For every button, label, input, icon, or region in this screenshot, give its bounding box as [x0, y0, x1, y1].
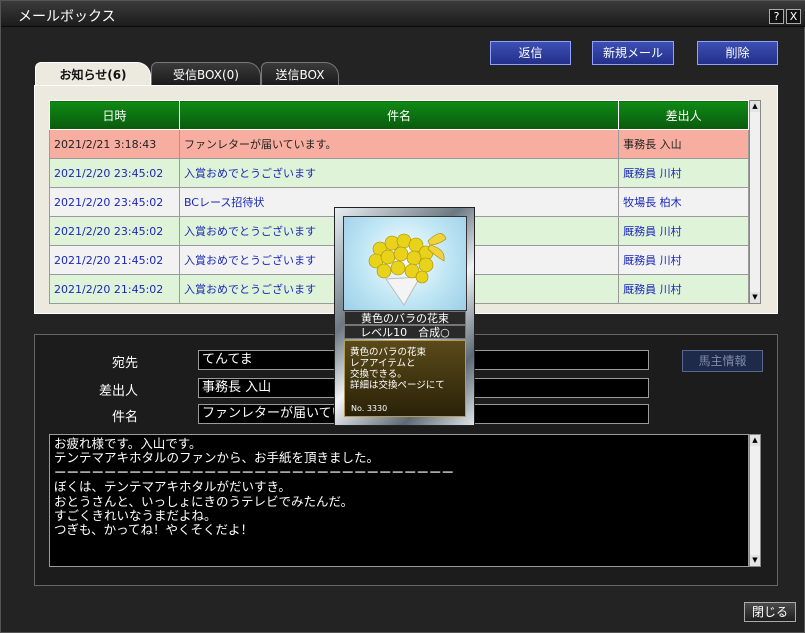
- message-line: ーーーーーーーーーーーーーーーーーーーーーーーーーーーーーーーー: [54, 464, 455, 480]
- item-number: No. 3330: [351, 404, 388, 413]
- message-body[interactable]: お疲れ様です。入山です。 テンテマアキホタルのファンから、お手紙を頂きました。 …: [49, 434, 749, 567]
- tab-sent-box[interactable]: 送信BOX: [261, 62, 339, 86]
- scroll-up-icon[interactable]: ▲: [750, 435, 760, 446]
- owner-info-button[interactable]: 馬主情報: [682, 350, 763, 372]
- bouquet-wrap-icon: [385, 276, 421, 306]
- help-button[interactable]: ?: [769, 9, 784, 24]
- row-sender: 厩務員 川村: [618, 158, 749, 188]
- row-subject: 入賞おめでとうございます: [178, 158, 620, 188]
- item-level: レベル10 合成○: [344, 325, 466, 339]
- row-date: 2021/2/20 23:45:02: [49, 187, 180, 217]
- row-subject: ファンレターが届いています。: [178, 129, 620, 159]
- row-sender: 厩務員 川村: [618, 245, 749, 275]
- close-button[interactable]: 閉じる: [744, 602, 796, 622]
- scroll-down-icon[interactable]: ▼: [750, 555, 760, 566]
- title-bar[interactable]: メールボックス ? X: [1, 1, 805, 27]
- row-date: 2021/2/20 21:45:02: [49, 245, 180, 275]
- message-line: おとうさんと、いっしょにきのうテレビでみたんだ。: [54, 493, 354, 509]
- table-row[interactable]: 2021/2/20 23:45:02 入賞おめでとうございます 厩務員 川村: [49, 158, 749, 188]
- item-desc-line: レアアイテムと: [350, 358, 416, 369]
- row-date: 2021/2/20 21:45:02: [49, 274, 180, 304]
- row-date: 2021/2/21 3:18:43: [49, 129, 180, 159]
- from-label: 差出人: [98, 384, 138, 399]
- tab-notices[interactable]: お知らせ(6): [35, 62, 151, 86]
- message-line: お疲れ様です。入山です。: [54, 436, 202, 451]
- table-header-row: 日時 件名 差出人: [49, 100, 749, 130]
- column-header-date[interactable]: 日時: [49, 100, 180, 130]
- window-close-button[interactable]: X: [786, 9, 801, 24]
- item-desc-line: 詳細は交換ページにて: [350, 380, 445, 391]
- row-date: 2021/2/20 23:45:02: [49, 158, 180, 188]
- column-header-sender[interactable]: 差出人: [618, 100, 749, 130]
- scroll-down-icon[interactable]: ▼: [750, 292, 760, 303]
- column-header-subject[interactable]: 件名: [178, 100, 620, 130]
- item-name: 黄色のバラの花束: [344, 311, 466, 325]
- row-sender: 事務長 入山: [618, 129, 749, 159]
- message-scrollbar[interactable]: ▲ ▼: [749, 434, 761, 567]
- item-desc-line: 黄色のバラの花束: [350, 347, 427, 358]
- row-sender: 牧場長 柏木: [618, 187, 749, 217]
- message-line: つぎも、かってね！やくそくだよ！: [54, 522, 254, 538]
- tab-inbox[interactable]: 受信BOX(0): [151, 62, 261, 86]
- message-line: テンテマアキホタルのファンから、お手紙を頂きました。: [54, 450, 380, 466]
- delete-button[interactable]: 削除: [697, 41, 778, 65]
- table-row[interactable]: 2021/2/21 3:18:43 ファンレターが届いています。 事務長 入山: [49, 129, 749, 159]
- mail-list-scrollbar[interactable]: ▲ ▼: [749, 100, 761, 304]
- message-line: ぼくは、テンテマアキホタルがだいすき。: [54, 479, 291, 495]
- yellow-rose-bouquet-icon: [368, 233, 447, 306]
- message-line: すごくきれいなうまだよね。: [54, 508, 217, 524]
- reply-button[interactable]: 返信: [490, 41, 571, 65]
- row-sender: 厩務員 川村: [618, 274, 749, 304]
- subject-label: 件名: [111, 410, 138, 425]
- row-date: 2021/2/20 23:45:02: [49, 216, 180, 246]
- new-mail-button[interactable]: 新規メール: [592, 41, 674, 65]
- to-label: 宛先: [111, 356, 138, 371]
- item-desc-line: 交換できる。: [350, 369, 407, 380]
- row-sender: 厩務員 川村: [618, 216, 749, 246]
- mailbox-window: メールボックス ? X 返信 新規メール 削除 お知らせ(6) 受信BOX(0)…: [0, 0, 805, 633]
- window-title: メールボックス: [18, 9, 116, 25]
- scroll-up-icon[interactable]: ▲: [750, 101, 760, 112]
